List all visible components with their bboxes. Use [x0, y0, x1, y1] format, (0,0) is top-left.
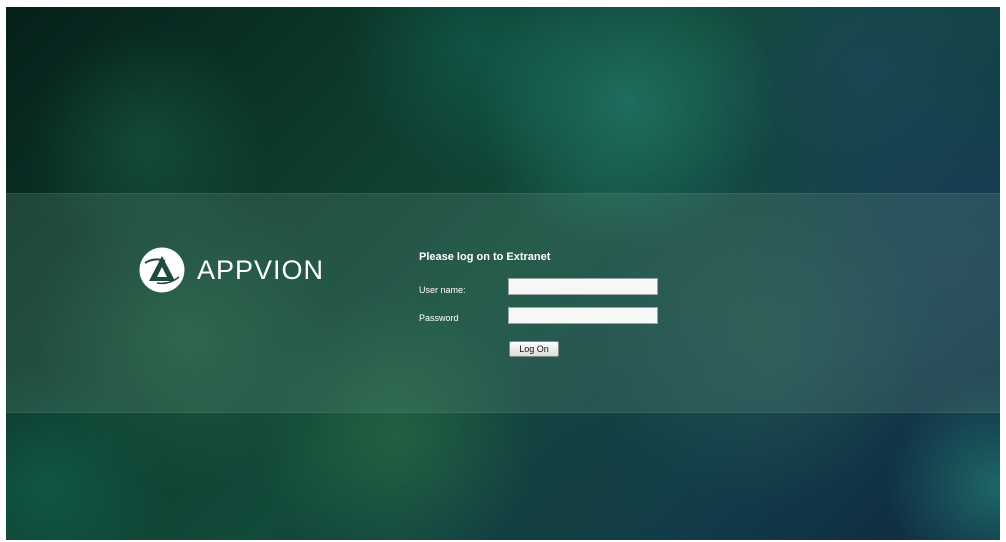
login-screen: APPVION Please log on to Extranet User n… [6, 7, 1000, 540]
brand-logo: APPVION [139, 247, 324, 293]
login-band [6, 193, 1000, 413]
username-label: User name: [419, 285, 466, 295]
brand-name: APPVION [197, 255, 325, 285]
password-input[interactable] [508, 307, 658, 324]
password-label: Password [419, 313, 459, 323]
logon-button[interactable]: Log On [509, 341, 559, 357]
login-title: Please log on to Extranet [419, 251, 551, 263]
username-input[interactable] [508, 278, 658, 295]
appvion-logo-icon [139, 247, 185, 293]
